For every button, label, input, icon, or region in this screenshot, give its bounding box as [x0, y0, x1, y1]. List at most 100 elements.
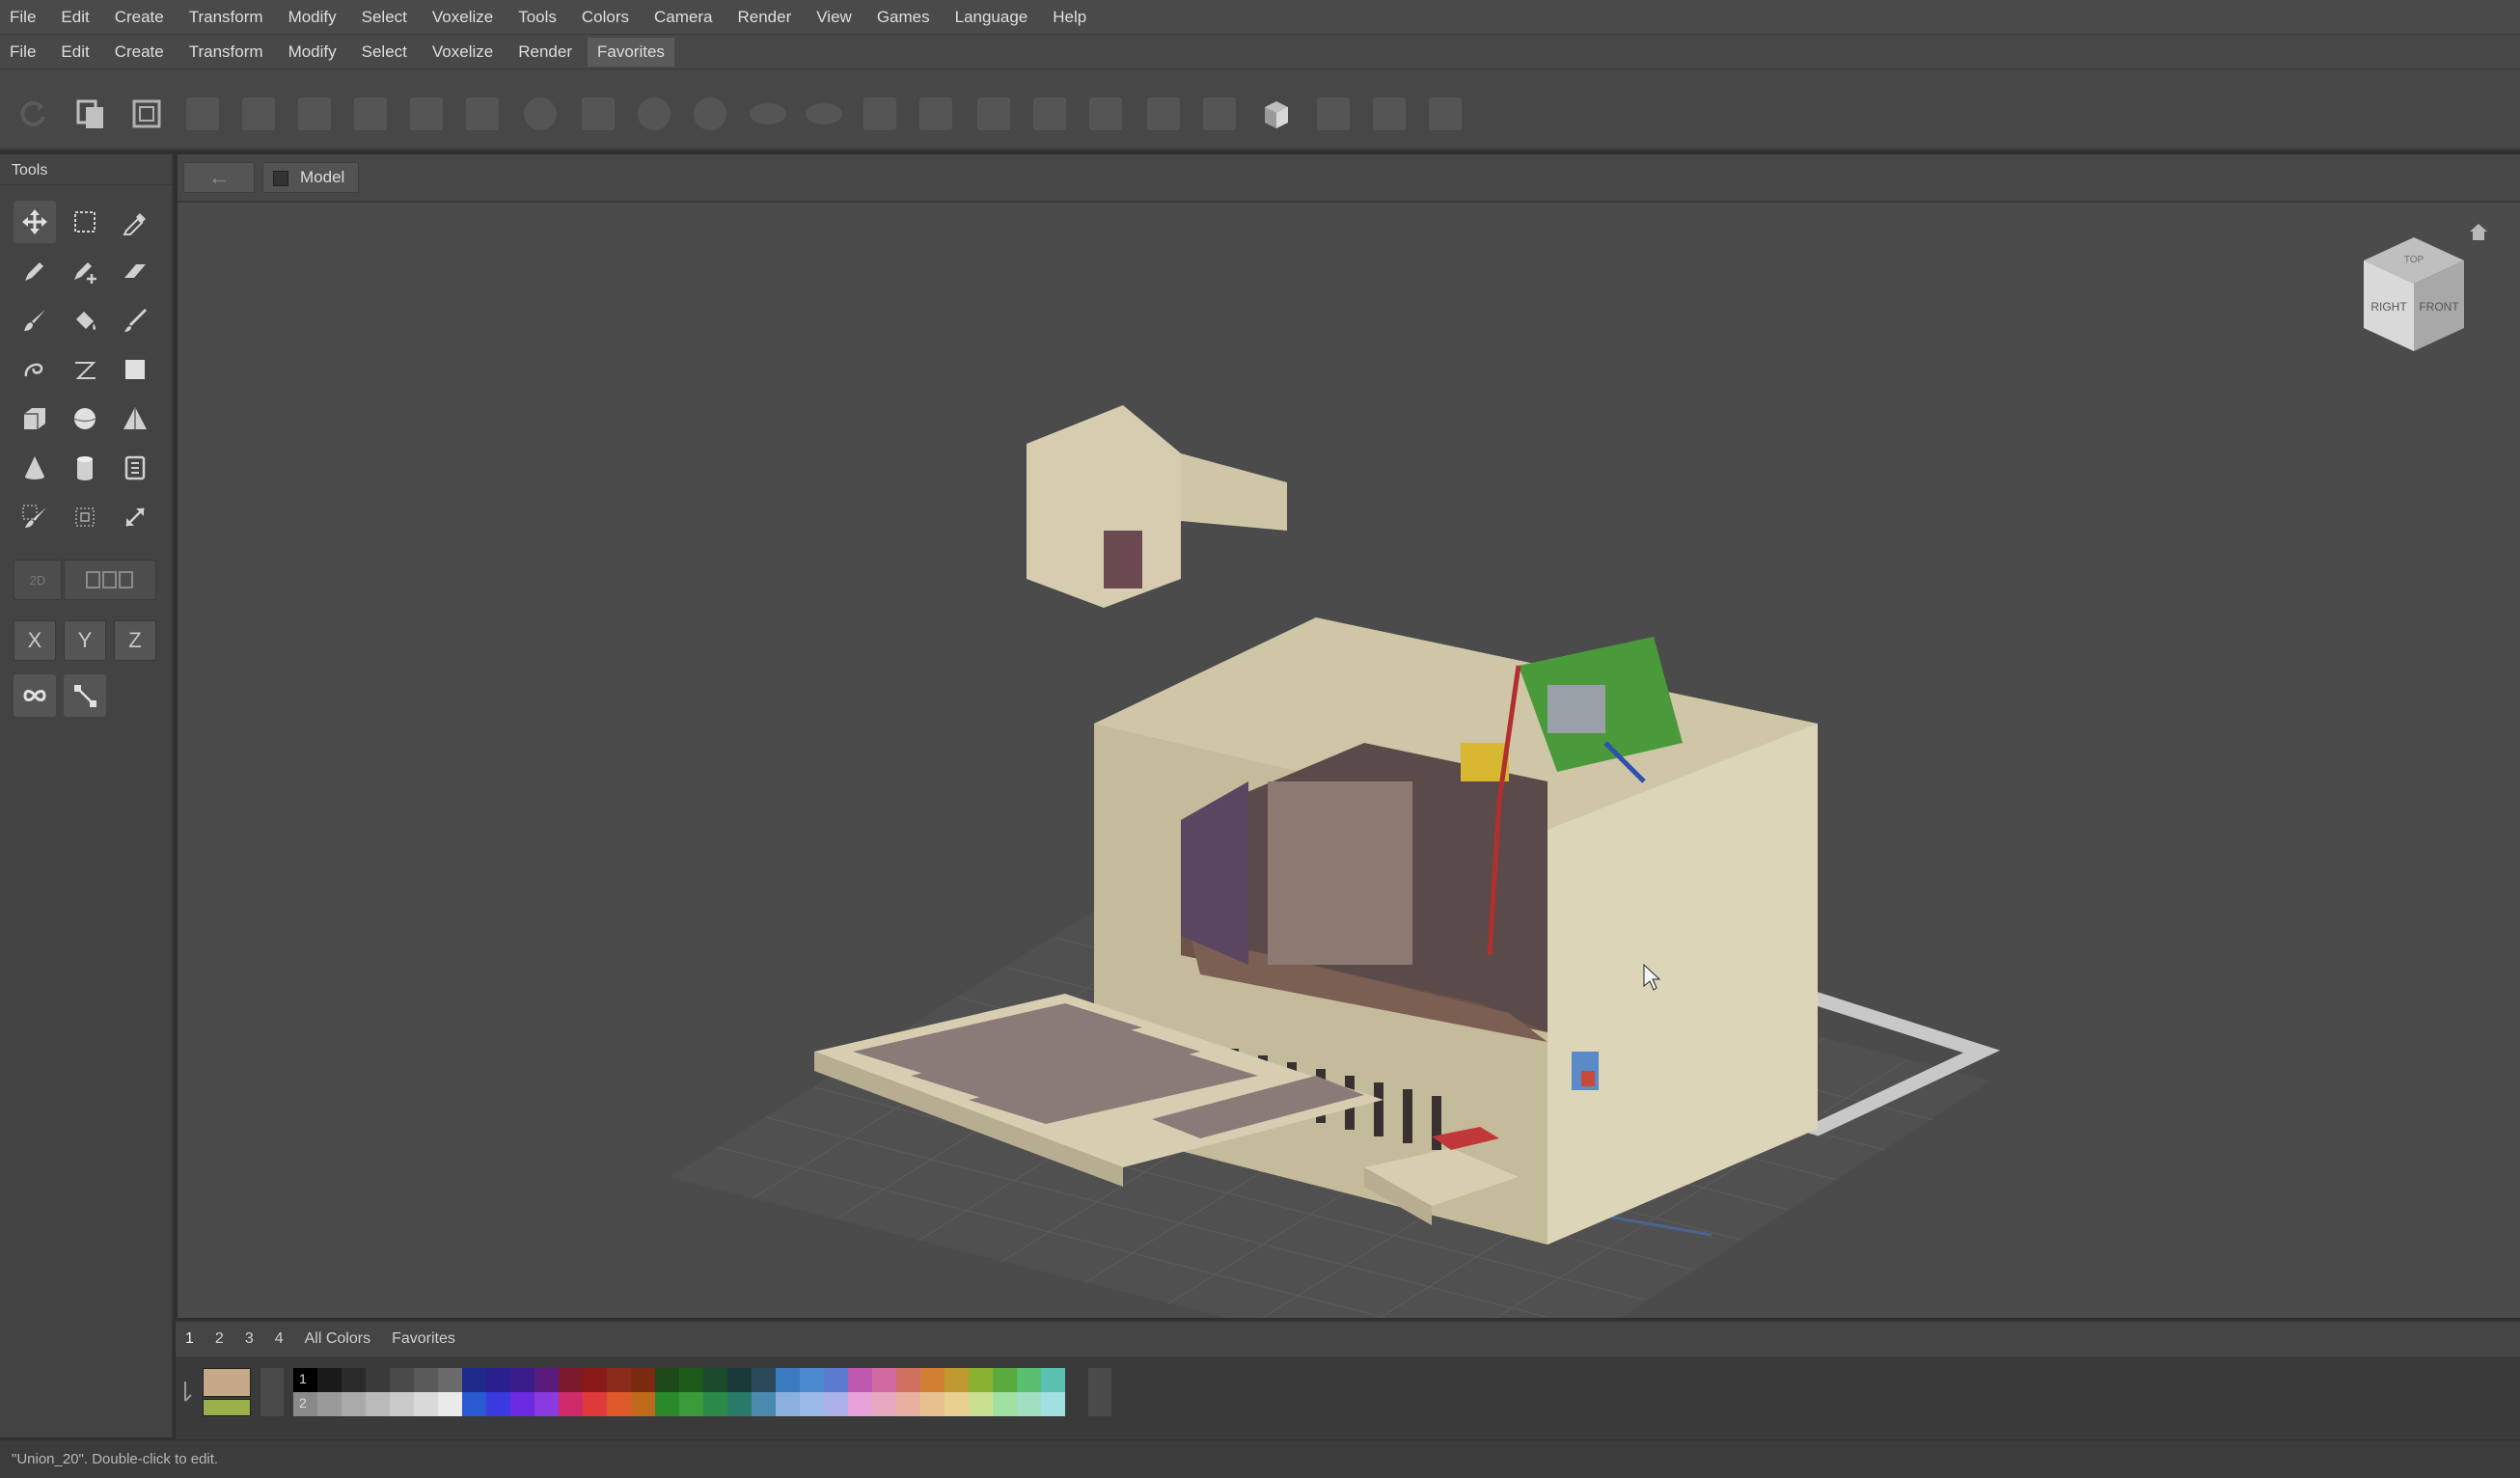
cube-icon[interactable]: [1256, 95, 1295, 133]
infinity-icon[interactable]: [14, 674, 56, 717]
menu-voxelize[interactable]: Voxelize: [432, 8, 507, 27]
palette-color-swatch[interactable]: [896, 1392, 920, 1416]
palette-color-swatch[interactable]: [438, 1392, 462, 1416]
copy-icon[interactable]: [71, 95, 110, 133]
palette-color-swatch[interactable]: [896, 1368, 920, 1392]
palette-scroll-right[interactable]: [1088, 1368, 1111, 1416]
palette-color-swatch[interactable]: [848, 1368, 872, 1392]
marquee-select-icon[interactable]: [64, 201, 106, 243]
axis-z-button[interactable]: Z: [114, 620, 156, 661]
palette-color-swatch[interactable]: [776, 1392, 800, 1416]
voxel-model-scene[interactable]: [178, 203, 2520, 1318]
menu-games[interactable]: Games: [877, 8, 944, 27]
primary-color-swatch[interactable]: [203, 1368, 251, 1397]
palette-color-swatch[interactable]: [945, 1368, 969, 1392]
ellipse-icon[interactable]: [749, 95, 787, 133]
palette-tab-1[interactable]: 1: [185, 1330, 194, 1348]
menu-select[interactable]: Select: [362, 8, 421, 27]
palette-color-swatch[interactable]: [872, 1368, 896, 1392]
connect-icon[interactable]: [64, 674, 106, 717]
swap-colors-icon[interactable]: [181, 1378, 195, 1405]
palette-color-swatch[interactable]: [583, 1392, 607, 1416]
eyedropper-icon[interactable]: [114, 201, 156, 243]
palette-color-swatch[interactable]: [945, 1392, 969, 1416]
palette-tab-2[interactable]: 2: [215, 1330, 224, 1348]
tool-icon-09[interactable]: [463, 95, 502, 133]
cone-icon[interactable]: [14, 447, 56, 489]
menu-help[interactable]: Help: [1053, 8, 1100, 27]
palette-scroll-left[interactable]: [260, 1368, 284, 1416]
tool-icon-21[interactable]: [1144, 95, 1183, 133]
move-tool-icon[interactable]: [14, 201, 56, 243]
tool-icon-25[interactable]: [1370, 95, 1409, 133]
palette-color-swatch[interactable]: [486, 1392, 510, 1416]
lasso-select-icon[interactable]: [64, 496, 106, 538]
palette-color-swatch[interactable]: [342, 1392, 366, 1416]
tool-icon-06[interactable]: [295, 95, 334, 133]
palette-color-swatch[interactable]: [317, 1392, 342, 1416]
secondary-color-swatch[interactable]: [203, 1399, 251, 1416]
brush-tool-icon[interactable]: [861, 95, 899, 133]
palette-color-swatch[interactable]: [366, 1368, 390, 1392]
tool-icon-26[interactable]: [1426, 95, 1465, 133]
palette-color-swatch[interactable]: 1: [293, 1368, 317, 1392]
back-button[interactable]: ←: [183, 162, 255, 193]
menu-file[interactable]: File: [10, 8, 49, 27]
tool-icon-19[interactable]: [1030, 95, 1069, 133]
submenu-transform[interactable]: Transform: [189, 42, 263, 62]
menu-language[interactable]: Language: [955, 8, 1042, 27]
ellipse-icon-2[interactable]: [805, 95, 843, 133]
refresh-icon[interactable]: [14, 95, 52, 133]
palette-color-swatch[interactable]: [703, 1392, 727, 1416]
palette-color-swatch[interactable]: [534, 1368, 559, 1392]
palette-color-swatch[interactable]: [752, 1368, 776, 1392]
palette-color-swatch[interactable]: [655, 1392, 679, 1416]
fit-icon[interactable]: [1314, 95, 1353, 133]
palette-color-swatch[interactable]: [462, 1368, 486, 1392]
mode-2d-toggle[interactable]: 2D: [14, 560, 62, 600]
palette-color-swatch[interactable]: [776, 1368, 800, 1392]
home-icon[interactable]: [2468, 222, 2489, 243]
menu-tools[interactable]: Tools: [518, 8, 570, 27]
line-brush-icon[interactable]: [114, 299, 156, 342]
submenu-modify[interactable]: Modify: [288, 42, 337, 62]
tool-icon-18[interactable]: [974, 95, 1013, 133]
tool-icon-04[interactable]: [183, 95, 222, 133]
submenu-render[interactable]: Render: [518, 42, 572, 62]
submenu-voxelize[interactable]: Voxelize: [432, 42, 493, 62]
palette-color-swatch[interactable]: [607, 1392, 631, 1416]
tool-icon-11[interactable]: [579, 95, 617, 133]
palette-color-swatch[interactable]: [703, 1368, 727, 1392]
sphere-tool-icon[interactable]: [64, 397, 106, 440]
palette-color-swatch[interactable]: [872, 1392, 896, 1416]
scale-icon[interactable]: [114, 496, 156, 538]
menu-render[interactable]: Render: [738, 8, 806, 27]
palette-color-swatch[interactable]: [824, 1368, 848, 1392]
menu-colors[interactable]: Colors: [582, 8, 643, 27]
viewport[interactable]: ← Model TOP RIGHT FRONT: [178, 154, 2520, 1318]
current-colors[interactable]: [203, 1368, 251, 1416]
palette-color-swatch[interactable]: [414, 1368, 438, 1392]
box-icon[interactable]: [14, 397, 56, 440]
palette-color-swatch[interactable]: [969, 1368, 993, 1392]
palette-color-swatch[interactable]: [920, 1392, 945, 1416]
curve-icon[interactable]: [14, 348, 56, 391]
menu-edit[interactable]: Edit: [61, 8, 102, 27]
palette-color-swatch[interactable]: [993, 1368, 1017, 1392]
palette-color-swatch[interactable]: [583, 1368, 607, 1392]
palette-color-swatch[interactable]: [1017, 1368, 1041, 1392]
palette-color-swatch[interactable]: [559, 1368, 583, 1392]
menu-modify[interactable]: Modify: [288, 8, 350, 27]
palette-color-swatch[interactable]: [824, 1392, 848, 1416]
palette-color-swatch[interactable]: [366, 1392, 390, 1416]
menu-camera[interactable]: Camera: [654, 8, 726, 27]
submenu-create[interactable]: Create: [115, 42, 164, 62]
palette-color-swatch[interactable]: [800, 1368, 824, 1392]
palette-color-swatch[interactable]: [510, 1392, 534, 1416]
palette-color-swatch[interactable]: [559, 1392, 583, 1416]
palette-color-swatch[interactable]: [390, 1392, 414, 1416]
navigation-cube[interactable]: TOP RIGHT FRONT: [2354, 222, 2487, 367]
palette-color-swatch[interactable]: [679, 1368, 703, 1392]
pyramid-icon[interactable]: [114, 397, 156, 440]
eraser-icon[interactable]: [114, 250, 156, 292]
